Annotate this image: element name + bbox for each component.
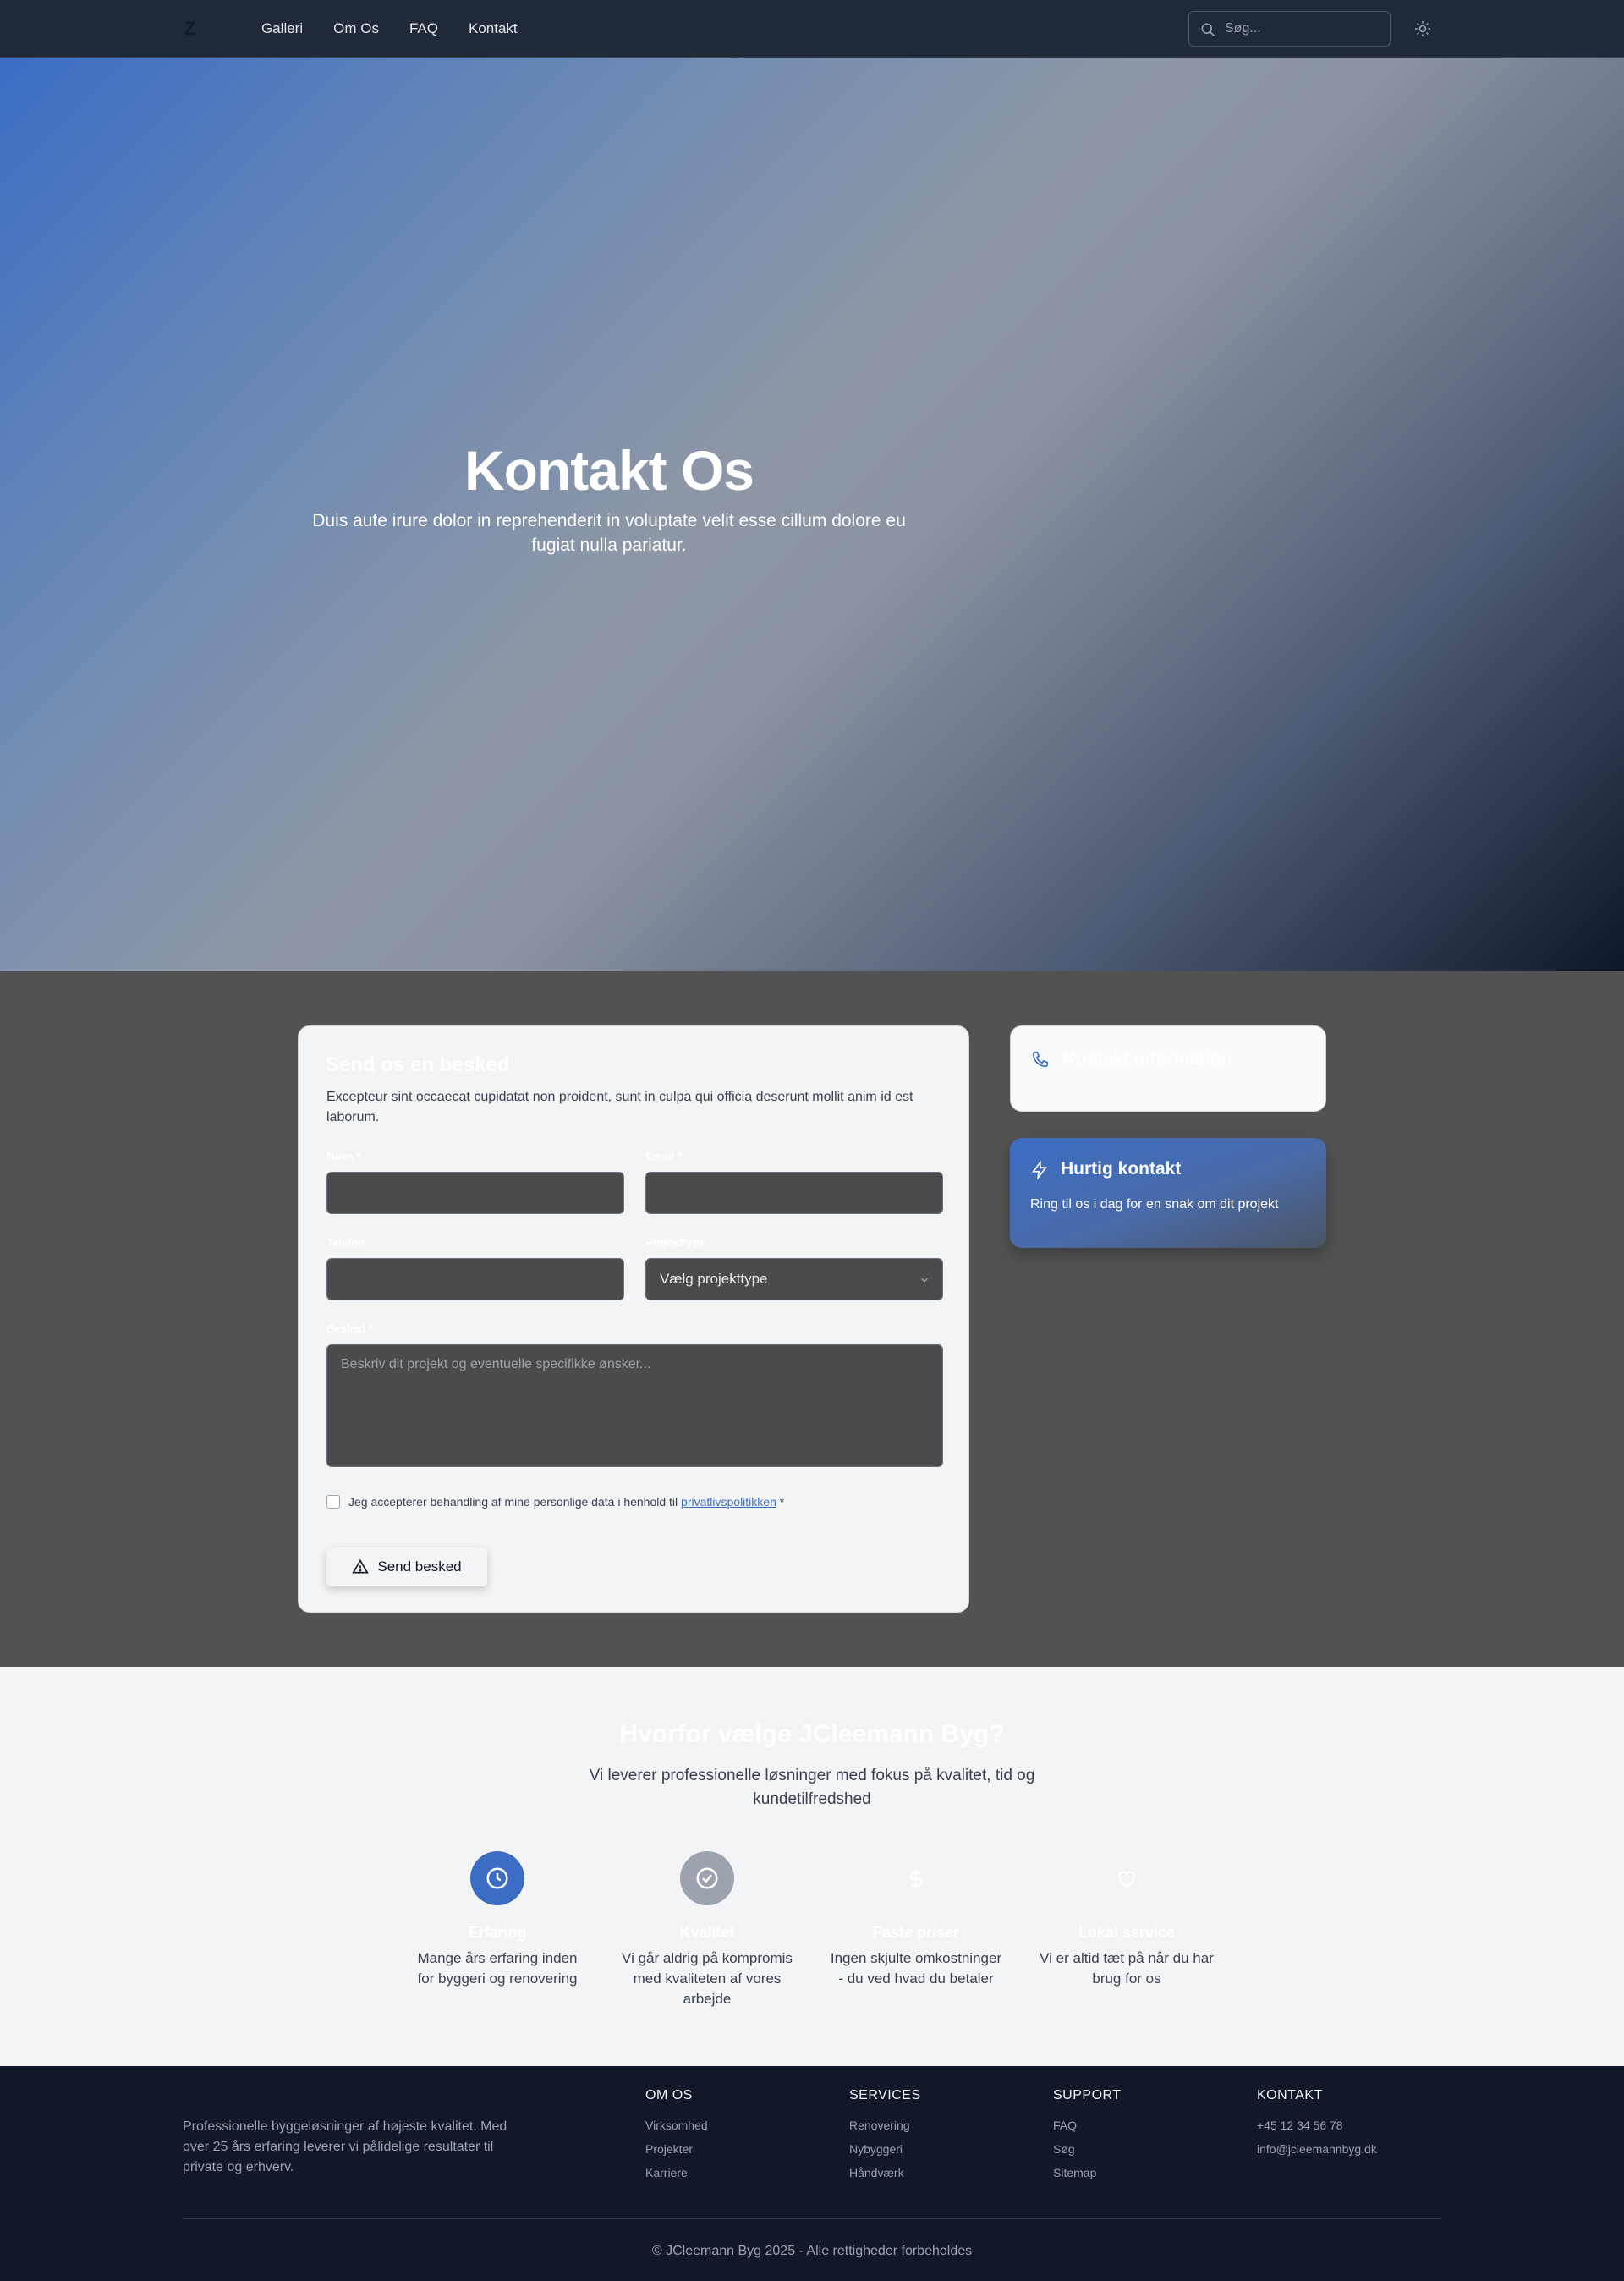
feature-title: Lokal service xyxy=(1078,1924,1176,1941)
nav-links: Galleri Om Os FAQ Kontakt xyxy=(261,0,518,58)
hero-banner: Kontakt Os Duis aute irure dolor in repr… xyxy=(0,58,1624,971)
consent-required-mark: * xyxy=(779,1495,785,1509)
why-subtitle: Vi leverer professionelle løsninger med … xyxy=(589,1767,1035,1808)
footer-email[interactable]: info@jcleemannbyg.dk xyxy=(1257,2137,1377,2161)
email-label: Email * xyxy=(645,1150,683,1162)
footer-column-support: SUPPORT FAQ Søg Sitemap xyxy=(1053,2088,1122,2185)
consent-text: Jeg accepterer behandling af mine person… xyxy=(348,1495,678,1509)
clock-icon xyxy=(470,1851,524,1905)
nav-link-kontakt[interactable]: Kontakt xyxy=(469,20,518,37)
footer-column-kontakt: KONTAKT +45 12 34 56 78 info@jcleemannby… xyxy=(1257,2088,1377,2161)
nav-link-om-os[interactable]: Om Os xyxy=(333,20,379,37)
footer-link[interactable]: Sitemap xyxy=(1053,2161,1122,2185)
feature-title: Erfaring xyxy=(468,1924,527,1941)
search-box[interactable] xyxy=(1188,11,1391,47)
send-message-label: Send besked xyxy=(377,1558,462,1575)
send-message-button[interactable]: Send besked xyxy=(326,1547,487,1586)
feature-experience: Erfaring Mange års erfaring inden for by… xyxy=(409,1851,586,1989)
form-description: Excepteur sint occaecat cupidatat non pr… xyxy=(326,1090,914,1124)
search-input[interactable] xyxy=(1223,20,1390,37)
feature-title: Kvalitet xyxy=(679,1924,735,1941)
dollar-icon xyxy=(889,1851,943,1905)
name-field[interactable] xyxy=(326,1172,624,1214)
search-icon xyxy=(1201,23,1215,37)
feature-local-service: Lokal service Vi er altid tæt på når du … xyxy=(1038,1851,1215,1989)
footer-link[interactable]: Karriere xyxy=(645,2161,708,2185)
footer: Professionelle byggeløsninger af højeste… xyxy=(0,2066,1624,2281)
quick-contact-text: Ring til os i dag for en snak om dit pro… xyxy=(1030,1197,1279,1212)
lightning-icon xyxy=(1032,1161,1048,1179)
feature-description: Vi går aldrig på kompromis med kvalitete… xyxy=(622,1950,793,2007)
project-type-select[interactable]: Vælg projekttype xyxy=(645,1258,943,1300)
footer-link[interactable]: Nybyggeri xyxy=(849,2137,921,2161)
why-choose-section: Hvorfor vælge JCleemann Byg? Vi leverer … xyxy=(0,1667,1624,2066)
check-circle-icon xyxy=(680,1851,734,1905)
heart-icon xyxy=(1100,1851,1154,1905)
feature-fixed-prices: Faste priser Ingen skjulte omkostninger … xyxy=(827,1851,1005,1989)
footer-link[interactable]: Søg xyxy=(1053,2137,1122,2161)
copyright: © JCleemann Byg 2025 - Alle rettigheder … xyxy=(651,2244,973,2258)
contact-form-card: Send os en besked Excepteur sint occaeca… xyxy=(298,1025,969,1613)
hero-title: Kontakt Os xyxy=(464,439,754,502)
consent-checkbox[interactable] xyxy=(326,1495,340,1509)
contact-info-title: Kontakt information xyxy=(1063,1049,1232,1069)
footer-column-services: SERVICES Renovering Nybyggeri Håndværk xyxy=(849,2088,921,2185)
footer-column-title: KONTAKT xyxy=(1257,2088,1323,2102)
sun-icon[interactable] xyxy=(1413,19,1433,39)
footer-column-title: OM OS xyxy=(645,2088,693,2102)
message-label: Besked * xyxy=(326,1322,373,1335)
hero-subtitle: Duis aute irure dolor in reprehenderit i… xyxy=(312,511,906,555)
feature-title: Faste priser xyxy=(872,1924,960,1941)
footer-link[interactable]: Håndværk xyxy=(849,2161,921,2185)
phone-label: Telefon xyxy=(326,1236,365,1249)
chevron-down-icon xyxy=(920,1278,929,1283)
top-navbar: Z Galleri Om Os FAQ Kontakt xyxy=(0,0,1624,58)
email-field[interactable] xyxy=(645,1172,943,1214)
footer-about: Professionelle byggeløsninger af højeste… xyxy=(183,2119,508,2174)
contact-section: Send os en besked Excepteur sint occaeca… xyxy=(0,971,1624,1667)
phone-icon xyxy=(1032,1051,1049,1068)
contact-info-card: Kontakt information xyxy=(1010,1025,1326,1112)
project-type-label: Projekttype xyxy=(645,1236,705,1249)
warning-icon xyxy=(352,1558,370,1574)
feature-description: Vi er altid tæt på når du har brug for o… xyxy=(1040,1950,1214,1987)
quick-contact-title: Hurtig kontakt xyxy=(1061,1159,1182,1179)
footer-link[interactable]: Renovering xyxy=(849,2113,921,2137)
logo[interactable]: Z xyxy=(184,19,200,39)
nav-link-faq[interactable]: FAQ xyxy=(409,20,438,37)
footer-divider xyxy=(183,2218,1441,2219)
message-textarea[interactable]: Beskriv dit projekt og eventuelle specif… xyxy=(326,1344,943,1467)
privacy-policy-link[interactable]: privatlivspolitikken xyxy=(681,1495,776,1509)
footer-link[interactable]: Projekter xyxy=(645,2137,708,2161)
message-placeholder: Beskriv dit projekt og eventuelle specif… xyxy=(341,1357,651,1371)
footer-link[interactable]: FAQ xyxy=(1053,2113,1122,2137)
feature-description: Ingen skjulte omkostninger - du ved hvad… xyxy=(830,1950,1002,1987)
feature-description: Mange års erfaring inden for byggeri og … xyxy=(417,1950,578,1987)
quick-contact-card: Hurtig kontakt Ring til os i dag for en … xyxy=(1010,1138,1326,1248)
footer-column-title: SUPPORT xyxy=(1053,2088,1122,2102)
form-title: Send os en besked xyxy=(326,1053,510,1076)
footer-phone[interactable]: +45 12 34 56 78 xyxy=(1257,2113,1377,2137)
consent-row: Jeg accepterer behandling af mine person… xyxy=(326,1495,784,1509)
footer-column-title: SERVICES xyxy=(849,2088,921,2102)
why-title: Hvorfor vælge JCleemann Byg? xyxy=(619,1720,1005,1748)
footer-link[interactable]: Virksomhed xyxy=(645,2113,708,2137)
phone-field[interactable] xyxy=(326,1258,624,1300)
footer-column-om-os: OM OS Virksomhed Projekter Karriere xyxy=(645,2088,708,2185)
name-label: Navn * xyxy=(326,1150,361,1162)
project-type-value: Vælg projekttype xyxy=(660,1271,768,1287)
nav-link-galleri[interactable]: Galleri xyxy=(261,20,303,37)
feature-quality: Kvalitet Vi går aldrig på kompromis med … xyxy=(618,1851,796,2009)
